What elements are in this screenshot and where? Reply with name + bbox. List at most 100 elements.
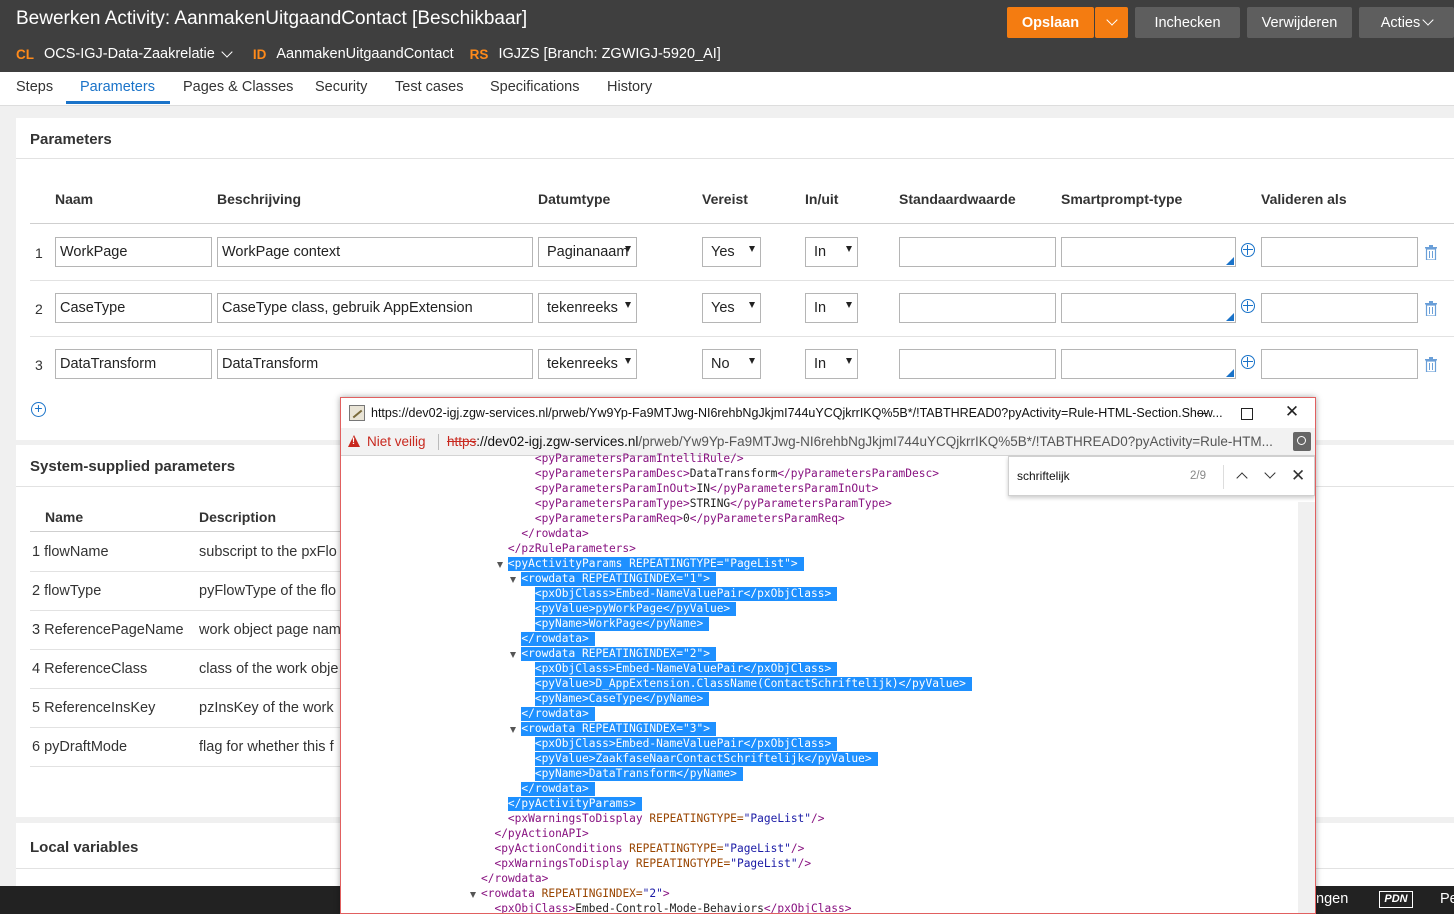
tab-history[interactable]: History bbox=[607, 79, 652, 95]
param-required-select[interactable]: No bbox=[702, 349, 761, 379]
trash-icon[interactable] bbox=[1425, 301, 1437, 316]
divider bbox=[30, 649, 360, 650]
param-inout-select[interactable]: In bbox=[805, 237, 858, 267]
col-header-datatype: Datumtype bbox=[538, 191, 611, 207]
xml-line: </pyActivityParams> bbox=[507, 797, 642, 811]
dropdown-arrow-icon bbox=[846, 358, 852, 364]
pdn-logo[interactable]: PDN bbox=[1379, 891, 1413, 908]
tab-steps[interactable]: Steps bbox=[16, 79, 53, 95]
required-value: Yes bbox=[711, 300, 735, 316]
xml-line: <pxObjClass>Embed-NameValuePair</pxObjCl… bbox=[534, 662, 838, 676]
maximize-icon[interactable] bbox=[1235, 402, 1257, 424]
xml-line: <pxObjClass>Embed-NameValuePair</pxObjCl… bbox=[534, 737, 838, 751]
close-icon[interactable]: ✕ bbox=[1281, 402, 1303, 424]
class-link[interactable]: OCS-IGJ-Data-Zaakrelatie bbox=[44, 46, 215, 62]
not-secure-label[interactable]: Niet veilig bbox=[367, 434, 426, 449]
chevron-up-icon[interactable] bbox=[1236, 472, 1248, 484]
param-validate-input[interactable] bbox=[1261, 237, 1418, 267]
param-required-select[interactable]: Yes bbox=[702, 237, 761, 267]
trash-icon[interactable] bbox=[1425, 357, 1437, 372]
param-smartprompt-input[interactable] bbox=[1061, 293, 1236, 323]
tab-security[interactable]: Security bbox=[315, 79, 367, 95]
param-datatype-select[interactable]: Paginanaam bbox=[538, 237, 637, 267]
xml-tag: <pyParametersParamReq> bbox=[534, 512, 684, 525]
trash-icon[interactable] bbox=[1425, 245, 1437, 260]
param-default-input[interactable] bbox=[899, 237, 1056, 267]
tab-specifications[interactable]: Specifications bbox=[490, 79, 579, 95]
xml-line: </rowdata> bbox=[521, 707, 595, 721]
param-default-input[interactable] bbox=[899, 349, 1056, 379]
param-name-input[interactable]: CaseType bbox=[55, 293, 212, 323]
divider bbox=[30, 610, 360, 611]
param-inout-select[interactable]: In bbox=[805, 349, 858, 379]
param-name-input[interactable]: WorkPage bbox=[55, 237, 212, 267]
param-smartprompt-input[interactable] bbox=[1061, 237, 1236, 267]
minimize-icon[interactable] bbox=[1191, 402, 1213, 424]
param-required-select[interactable]: Yes bbox=[702, 293, 761, 323]
xml-tag: </pyName> bbox=[676, 767, 737, 780]
address-url[interactable]: https://dev02-igj.zgw-services.nl/prweb/… bbox=[447, 434, 1273, 449]
param-inout-select[interactable]: In bbox=[805, 293, 858, 323]
actions-button[interactable]: Acties bbox=[1359, 7, 1454, 38]
param-name-input[interactable]: DataTransform bbox=[55, 349, 212, 379]
language-link[interactable]: ngen bbox=[1316, 891, 1348, 907]
chevron-down-icon[interactable] bbox=[221, 46, 233, 58]
crosshair-icon[interactable] bbox=[1241, 243, 1255, 257]
close-icon[interactable]: ✕ bbox=[1291, 466, 1305, 486]
scrollbar[interactable] bbox=[1298, 502, 1315, 913]
id-key: ID bbox=[252, 46, 267, 62]
param-description-input[interactable]: CaseType class, gebruik AppExtension bbox=[217, 293, 533, 323]
address-bar[interactable]: Niet veilig https://dev02-igj.zgw-servic… bbox=[341, 428, 1315, 456]
xml-tag: <pxObjClass> bbox=[534, 662, 616, 675]
collapse-toggle-icon[interactable] bbox=[470, 892, 476, 898]
tab-test-cases[interactable]: Test cases bbox=[395, 79, 464, 95]
param-validate-input[interactable] bbox=[1261, 349, 1418, 379]
param-default-input[interactable] bbox=[899, 293, 1056, 323]
param-smartprompt-input[interactable] bbox=[1061, 349, 1236, 379]
bottom-link[interactable]: Pe bbox=[1440, 891, 1454, 907]
chevron-down-icon[interactable] bbox=[1264, 467, 1276, 479]
find-input[interactable]: schriftelijk bbox=[1017, 469, 1070, 483]
save-options-button[interactable] bbox=[1095, 7, 1128, 38]
delete-button[interactable]: Verwijderen bbox=[1247, 7, 1352, 38]
xml-tag: <pyParametersParamInOut> bbox=[534, 482, 697, 495]
xml-tag: <rowdata bbox=[521, 647, 576, 660]
xml-line: <pyParametersParamType>STRING</pyParamet… bbox=[535, 497, 892, 511]
zoom-search-icon[interactable] bbox=[1293, 432, 1311, 451]
crosshair-icon[interactable] bbox=[1241, 299, 1255, 313]
xml-line: </rowdata> bbox=[521, 527, 588, 541]
rule-id: AanmakenUitgaandContact bbox=[276, 46, 454, 62]
save-button[interactable]: Opslaan bbox=[1007, 7, 1094, 38]
find-bar: schriftelijk 2/9 ✕ bbox=[1008, 456, 1315, 496]
xml-tag: <pxWarningsToDisplay bbox=[494, 857, 630, 870]
crosshair-icon[interactable] bbox=[1241, 355, 1255, 369]
xml-tag: <pyParametersParamType> bbox=[534, 497, 690, 510]
add-row-icon[interactable]: + bbox=[31, 401, 46, 417]
tab-parameters[interactable]: Parameters bbox=[80, 79, 155, 95]
xml-line: <pyParametersParamDesc>DataTransform</py… bbox=[535, 467, 939, 481]
cl-key: CL bbox=[16, 46, 34, 62]
param-description-input[interactable]: WorkPage context bbox=[217, 237, 533, 267]
param-validate-input[interactable] bbox=[1261, 293, 1418, 323]
collapse-toggle-icon[interactable] bbox=[510, 577, 517, 583]
checkin-button[interactable]: Inchecken bbox=[1135, 7, 1240, 38]
collapse-toggle-icon[interactable] bbox=[510, 727, 517, 733]
param-datatype-select[interactable]: tekenreeks bbox=[538, 349, 637, 379]
param-datatype-select[interactable]: tekenreeks bbox=[538, 293, 637, 323]
popup-titlebar: https://dev02-igj.zgw-services.nl/prweb/… bbox=[341, 398, 1315, 428]
collapse-toggle-icon[interactable] bbox=[510, 652, 517, 658]
collapse-toggle-icon[interactable] bbox=[496, 562, 503, 568]
param-description: subscript to the pxFlo bbox=[199, 544, 337, 560]
xml-tag: </pyActivityParams> bbox=[507, 797, 636, 810]
xml-line: <rowdata REPEATINGINDEX="1"> bbox=[521, 572, 717, 586]
datatype-value: tekenreeks bbox=[547, 356, 618, 372]
tab-pages-classes[interactable]: Pages & Classes bbox=[183, 79, 293, 95]
actions-label: Acties bbox=[1380, 14, 1421, 31]
datatype-value: tekenreeks bbox=[547, 300, 618, 316]
xml-tag: </pyParametersParamReq> bbox=[689, 512, 845, 525]
ruleset-link[interactable]: IGJZS [Branch: ZGWIGJ-5920_AI] bbox=[498, 46, 720, 62]
param-description-input[interactable]: DataTransform bbox=[217, 349, 533, 379]
xml-line: <pyParametersParamInOut>IN</pyParameters… bbox=[535, 482, 879, 496]
col-header-inout: In/uit bbox=[805, 191, 839, 207]
divider bbox=[30, 280, 1454, 281]
